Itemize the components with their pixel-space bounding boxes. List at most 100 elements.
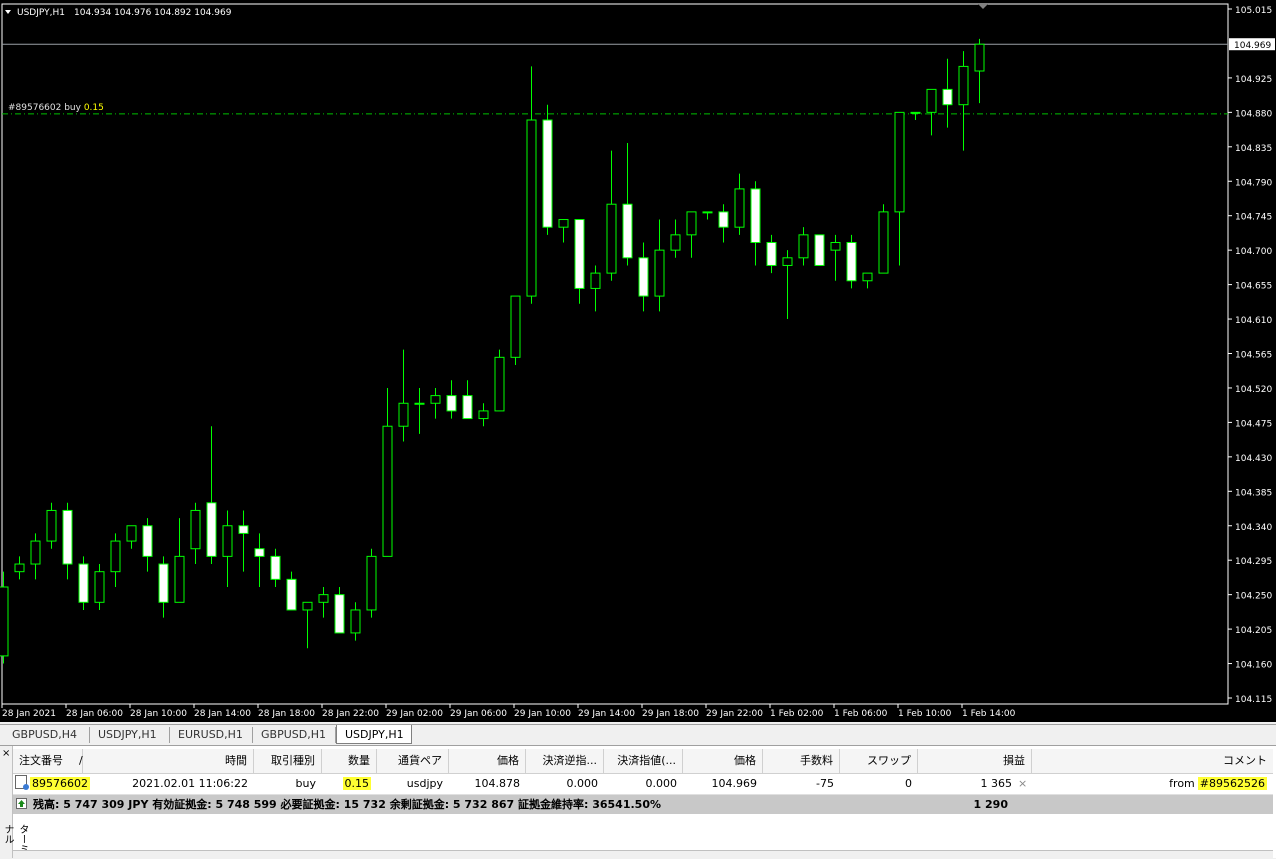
candle-body [382, 425, 393, 557]
candle-body [30, 540, 41, 565]
chart-ohlc-header: 104.934 104.976 104.892 104.969 [74, 8, 232, 18]
time-tick-label: 1 Feb 10:00 [898, 709, 952, 719]
col-take-profit[interactable]: 決済指値(... [604, 749, 683, 773]
close-icon[interactable]: × [2, 748, 10, 759]
candle-body [718, 211, 729, 228]
current-price-label: 104.969 [1234, 41, 1271, 51]
candle-body [446, 395, 457, 412]
col-time[interactable]: 時間 [113, 749, 254, 773]
col-type[interactable]: 取引種別 [254, 749, 322, 773]
order-id-cell: 89576602 [13, 774, 113, 794]
candle-body [686, 211, 697, 236]
candle-body [814, 234, 825, 266]
candle-body [398, 402, 409, 427]
col-profit[interactable]: 損益 [918, 749, 1032, 773]
candle-body [878, 211, 889, 274]
trade-row[interactable]: 89576602 2021.02.01 11:06:22 buy 0.15 us… [13, 774, 1273, 795]
comment-prefix: from [1169, 777, 1195, 790]
candle-body [190, 509, 201, 550]
chart-symbol-header: USDJPY,H1 [17, 8, 65, 18]
candle-body [126, 525, 137, 542]
tab-usdjpy-h1-active[interactable]: USDJPY,H1 [336, 725, 412, 744]
time-tick-label: 1 Feb 14:00 [962, 709, 1016, 719]
order-line-label: #89576602 buy 0.15 [8, 103, 104, 113]
candle-body [366, 555, 377, 611]
tab-usdjpy-h1[interactable]: USDJPY,H1 [90, 727, 170, 743]
open-time: 2021.02.01 11:06:22 [132, 777, 248, 790]
time-tick-label: 29 Jan 02:00 [386, 709, 443, 719]
tab-gbpusd-h4[interactable]: GBPUSD,H4 [4, 727, 90, 743]
summary-arrow-icon [16, 798, 27, 809]
candle-body [254, 548, 265, 557]
tab-gbpusd-h1[interactable]: GBPUSD,H1 [253, 727, 336, 743]
price-tick-label: 104.520 [1235, 385, 1272, 395]
candle-body [222, 525, 233, 557]
candlestick-chart-svg[interactable]: 105.015 104.925 104.880 104.835 104.790 104.7… [0, 0, 1276, 722]
candle-body [174, 555, 185, 603]
price-tick-label: 104.160 [1235, 661, 1272, 671]
col-open-price[interactable]: 価格 [449, 749, 526, 773]
candle-body [526, 119, 537, 297]
order-lots-label: 0.15 [84, 103, 104, 113]
col-stop-loss[interactable]: 決済逆指... [526, 749, 604, 773]
candle-body [782, 257, 793, 266]
candle-body [798, 234, 809, 259]
price-chart[interactable]: 105.015 104.925 104.880 104.835 104.790 104.7… [0, 0, 1276, 722]
price-tick-label: 104.385 [1235, 488, 1272, 498]
price-tick-label: 104.700 [1235, 247, 1272, 257]
time-tick-label: 29 Jan 18:00 [642, 709, 699, 719]
price-tick-label: 104.745 [1235, 213, 1272, 223]
terminal-panel: × ターミナル 注文番号 / 時間 取引種別 数量 通貨ペア 価格 決済逆指..… [0, 745, 1276, 859]
swap: 0 [905, 777, 912, 790]
sort-indicator: / [79, 754, 83, 767]
time-tick-label: 28 Jan 10:00 [130, 709, 187, 719]
volume: 0.15 [342, 777, 371, 790]
price-tick-label: 104.565 [1235, 351, 1272, 361]
price-tick-label: 104.835 [1235, 144, 1272, 154]
col-volume[interactable]: 数量 [322, 749, 377, 773]
candle-body [702, 211, 713, 214]
current-price: 104.969 [711, 777, 758, 790]
candle-body [414, 402, 425, 405]
tab-eurusd-h1[interactable]: EURUSD,H1 [170, 727, 253, 743]
candle-body [910, 111, 921, 114]
total-profit: 1 290 [973, 798, 1008, 811]
volume-cell: 0.15 [322, 774, 377, 794]
col-comment[interactable]: コメント [1032, 749, 1273, 773]
price-tick-label: 104.475 [1235, 419, 1272, 429]
time-tick-label: 29 Jan 22:00 [706, 709, 763, 719]
candle-body [462, 395, 473, 420]
order-id: 89576602 [30, 777, 90, 790]
candle-body [286, 578, 297, 611]
price-tick-label: 104.430 [1235, 454, 1272, 464]
time-tick-label: 28 Jan 2021 [2, 709, 56, 719]
candle-body [926, 88, 937, 113]
price-tick-label: 104.250 [1235, 592, 1272, 602]
price-tick-label: 104.295 [1235, 557, 1272, 567]
time-tick-label: 28 Jan 14:00 [194, 709, 251, 719]
col-commission[interactable]: 手数料 [763, 749, 840, 773]
price-tick-label: 104.610 [1235, 316, 1272, 326]
terminal-side-bar: × ターミナル [0, 746, 28, 858]
candle-body [958, 65, 969, 106]
time-tick-label: 28 Jan 06:00 [66, 709, 123, 719]
candle-body [46, 509, 57, 542]
price-tick-label: 104.115 [1235, 695, 1272, 705]
candle-body [734, 188, 745, 228]
comment-cell: from #89562526 [1032, 774, 1273, 794]
time-tick-label: 28 Jan 22:00 [322, 709, 379, 719]
candle-body [654, 249, 665, 297]
col-price[interactable]: 価格 [683, 749, 763, 773]
candle-body [430, 395, 441, 404]
candle-body [542, 119, 553, 228]
price-tick-label: 104.655 [1235, 282, 1272, 292]
candle-body [830, 241, 841, 251]
candle-body [110, 540, 121, 573]
open-price: 104.878 [474, 777, 521, 790]
commission: -75 [816, 777, 834, 790]
col-swap[interactable]: スワップ [840, 749, 918, 773]
candle-body [0, 586, 9, 657]
col-symbol[interactable]: 通貨ペア [377, 749, 449, 773]
time-tick-label: 28 Jan 18:00 [258, 709, 315, 719]
price-tick-label: 104.205 [1235, 626, 1272, 636]
